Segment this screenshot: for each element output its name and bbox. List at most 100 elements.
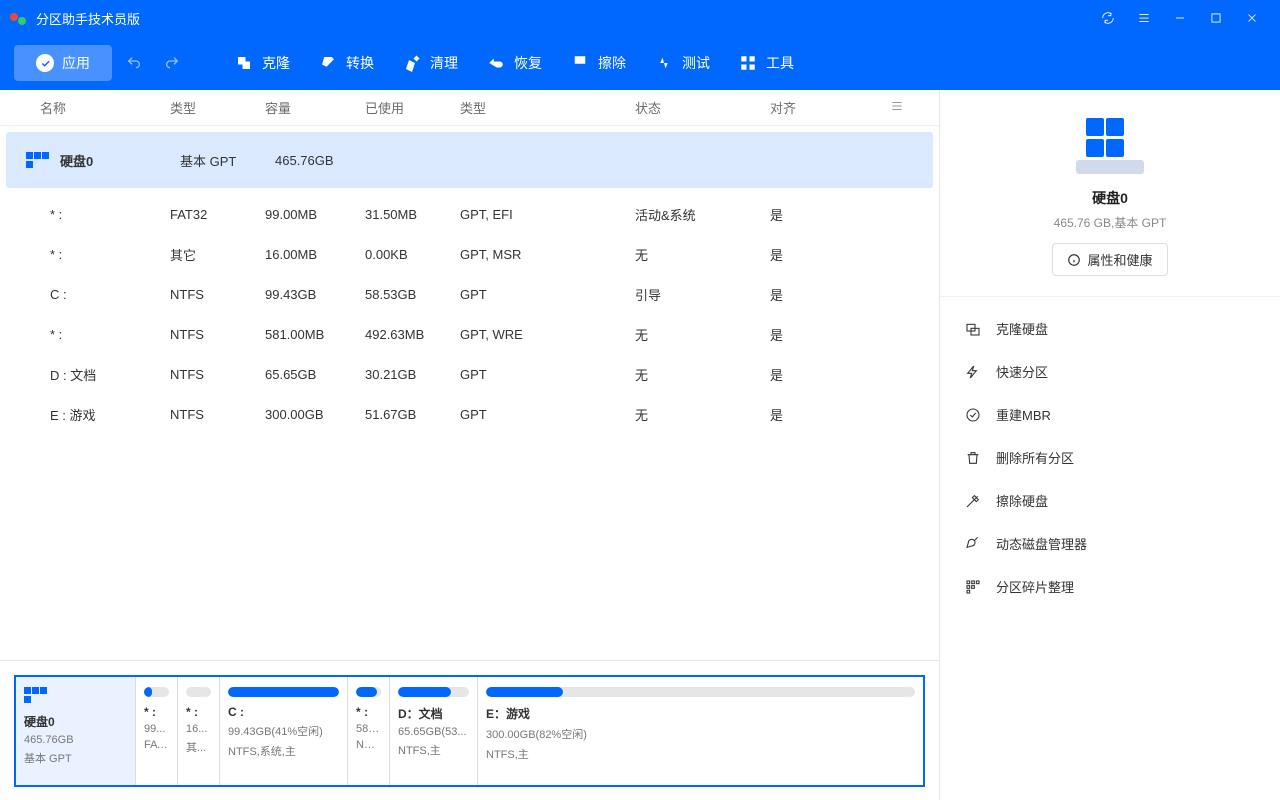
undo-button[interactable] — [118, 47, 150, 79]
map-partition-cell[interactable]: * :99...FAT... — [136, 677, 178, 785]
partition-row[interactable]: E : 游戏NTFS300.00GB51.67GBGPT无是 — [0, 394, 939, 434]
part-align: 是 — [770, 205, 830, 224]
toolbar-擦除[interactable]: 擦除 — [556, 45, 640, 81]
minimize-button[interactable] — [1162, 0, 1198, 36]
part-fs: NTFS — [170, 327, 265, 342]
part-ptype: GPT, WRE — [460, 327, 635, 342]
column-menu-icon[interactable] — [889, 99, 919, 116]
side-action-icon — [964, 406, 982, 424]
toolbar-转换[interactable]: 转换 — [304, 45, 388, 81]
map-disk-cell[interactable]: 硬盘0465.76GB基本 GPT — [16, 677, 136, 785]
title-bar: 分区助手技术员版 — [0, 0, 1280, 36]
toolbar-icon — [234, 53, 254, 73]
side-action-6[interactable]: 分区碎片整理 — [940, 565, 1280, 608]
map-sub1: 16... — [186, 723, 211, 735]
part-name: * : — [20, 207, 170, 222]
toolbar-清理[interactable]: 清理 — [388, 45, 472, 81]
part-ptype: GPT — [460, 287, 635, 302]
part-fs: 其它 — [170, 245, 265, 264]
toolbar-label: 恢复 — [514, 53, 542, 73]
partition-row[interactable]: * :其它16.00MB0.00KBGPT, MSR无是 — [0, 234, 939, 274]
toolbar-icon — [318, 53, 338, 73]
map-partition-cell[interactable]: E：游戏300.00GB(82%空闲)NTFS,主 — [478, 677, 923, 785]
col-name: 名称 — [20, 98, 170, 117]
part-fs: NTFS — [170, 367, 265, 382]
maximize-button[interactable] — [1198, 0, 1234, 36]
side-action-label: 擦除硬盘 — [996, 491, 1048, 510]
map-sub2: 其... — [186, 739, 211, 755]
side-action-5[interactable]: 动态磁盘管理器 — [940, 522, 1280, 565]
menu-icon[interactable] — [1126, 0, 1162, 36]
toolbar-测试[interactable]: 测试 — [640, 45, 724, 81]
toolbar-label: 工具 — [766, 53, 794, 73]
side-action-3[interactable]: 删除所有分区 — [940, 436, 1280, 479]
col-capacity: 容量 — [265, 98, 365, 117]
disk-row[interactable]: 硬盘0 基本 GPT 465.76GB — [6, 132, 933, 188]
part-name: E : 游戏 — [20, 405, 170, 424]
part-ptype: GPT — [460, 407, 635, 422]
properties-button[interactable]: 属性和健康 — [1052, 243, 1167, 276]
part-fs: NTFS — [170, 407, 265, 422]
close-button[interactable] — [1234, 0, 1270, 36]
part-cap: 99.00MB — [265, 207, 365, 222]
map-sub1: 99.43GB(41%空闲) — [228, 723, 339, 739]
side-action-icon — [964, 363, 982, 381]
toolbar-恢复[interactable]: 恢复 — [472, 45, 556, 81]
map-sub2: NTFS,主 — [486, 746, 915, 762]
part-align: 是 — [770, 325, 830, 344]
toolbar-克隆[interactable]: 克隆 — [220, 45, 304, 81]
part-used: 492.63MB — [365, 327, 460, 342]
partition-row[interactable]: D : 文档NTFS65.65GB30.21GBGPT无是 — [0, 354, 939, 394]
side-disk-sub: 465.76 GB,基本 GPT — [960, 214, 1260, 231]
side-action-icon — [964, 320, 982, 338]
map-name: 硬盘0 — [24, 713, 127, 730]
part-ptype: GPT — [460, 367, 635, 382]
map-sub2: NTFS,系统,主 — [228, 743, 339, 759]
side-disk-name: 硬盘0 — [960, 188, 1260, 208]
side-action-0[interactable]: 克隆硬盘 — [940, 307, 1280, 350]
part-align: 是 — [770, 405, 830, 424]
disk-map: 硬盘0465.76GB基本 GPT* :99...FAT...* :16...其… — [0, 660, 939, 800]
side-action-icon — [964, 492, 982, 510]
map-partition-cell[interactable]: * : 16... 其... — [178, 677, 220, 785]
side-action-label: 快速分区 — [996, 362, 1048, 381]
partition-row[interactable]: * :FAT3299.00MB31.50MBGPT, EFI活动&系统是 — [0, 194, 939, 234]
map-partition-cell[interactable]: C :99.43GB(41%空闲)NTFS,系统,主 — [220, 677, 348, 785]
side-action-label: 动态磁盘管理器 — [996, 534, 1087, 553]
side-action-2[interactable]: 重建MBR — [940, 393, 1280, 436]
side-action-1[interactable]: 快速分区 — [940, 350, 1280, 393]
side-action-label: 分区碎片整理 — [996, 577, 1074, 596]
part-name: C : — [20, 287, 170, 302]
side-action-4[interactable]: 擦除硬盘 — [940, 479, 1280, 522]
map-name: * : — [186, 705, 211, 719]
redo-button[interactable] — [156, 47, 188, 79]
map-name: * : — [144, 705, 169, 719]
partition-row[interactable]: C :NTFS99.43GB58.53GBGPT引导是 — [0, 274, 939, 314]
toolbar-label: 测试 — [682, 53, 710, 73]
part-name: * : — [20, 327, 170, 342]
part-ptype: GPT, MSR — [460, 247, 635, 262]
usage-bar — [186, 687, 211, 697]
side-panel: 硬盘0 465.76 GB,基本 GPT 属性和健康 克隆硬盘快速分区重建MBR… — [940, 90, 1280, 800]
partition-row[interactable]: * :NTFS581.00MB492.63MBGPT, WRE无是 — [0, 314, 939, 354]
col-used: 已使用 — [365, 98, 460, 117]
toolbar-label: 清理 — [430, 53, 458, 73]
col-ptype: 类型 — [460, 98, 635, 117]
map-name: * : — [356, 705, 381, 719]
toolbar-工具[interactable]: 工具 — [724, 45, 808, 81]
part-fs: NTFS — [170, 287, 265, 302]
map-partition-cell[interactable]: D：文档65.65GB(53...NTFS,主 — [390, 677, 478, 785]
apply-button[interactable]: 应用 — [14, 45, 112, 81]
part-align: 是 — [770, 285, 830, 304]
part-cap: 300.00GB — [265, 407, 365, 422]
part-name: * : — [20, 247, 170, 262]
map-sub1: 99... — [144, 723, 169, 735]
side-action-icon — [964, 535, 982, 553]
part-used: 58.53GB — [365, 287, 460, 302]
refresh-icon[interactable] — [1090, 0, 1126, 36]
map-partition-cell[interactable]: * :581...NTF... — [348, 677, 390, 785]
usage-bar — [486, 687, 915, 697]
app-title: 分区助手技术员版 — [36, 9, 140, 28]
col-type: 类型 — [170, 98, 265, 117]
part-cap: 99.43GB — [265, 287, 365, 302]
